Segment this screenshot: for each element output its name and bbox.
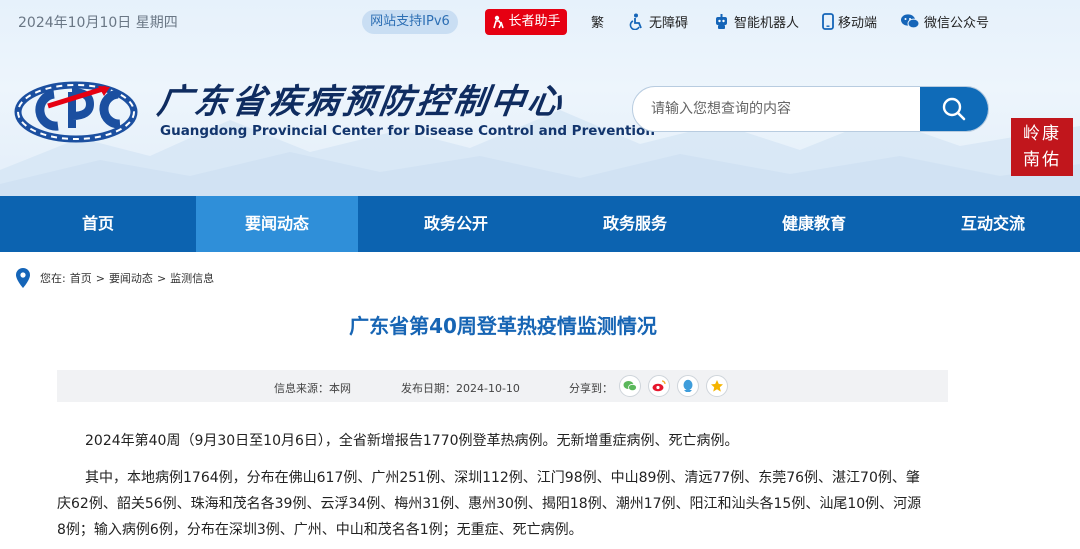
qq-icon <box>683 379 693 392</box>
paragraph-line: 其中，本地病例1764例，分布在佛山617例、广州251例、深圳112例、江门9… <box>85 470 920 486</box>
breadcrumb-monitoring[interactable]: 监测信息 <box>170 270 214 286</box>
paragraph-line: 8例；输入病例6例，分布在深圳3例、广州、中山和茂名各1例；无重症、死亡病例。 <box>57 522 583 538</box>
nav-government-affairs[interactable]: 政务公开 <box>375 196 537 252</box>
nav-government-services[interactable]: 政务服务 <box>554 196 716 252</box>
share-label: 分享到： <box>569 382 613 395</box>
wechat-label: 微信公众号 <box>924 16 990 31</box>
mobile-link[interactable]: 移动端 <box>822 12 877 31</box>
site-title-cn: 广东省疾病预防控制中心 <box>154 82 568 122</box>
nav-health-education[interactable]: 健康教育 <box>733 196 895 252</box>
paragraph-line: 庆62例、韶关56例、珠海和茂名各39例、云浮34例、梅州31例、惠州30例、揭… <box>57 496 922 512</box>
accessibility-icon <box>629 13 642 30</box>
nav-interaction[interactable]: 互动交流 <box>912 196 1074 252</box>
share-qq-button[interactable] <box>677 375 699 397</box>
article-paragraph-2: 其中，本地病例1764例，分布在佛山617例、广州251例、深圳112例、江门9… <box>57 465 948 543</box>
breadcrumb-home[interactable]: 首页 <box>70 270 92 286</box>
accessibility-label: 无障碍 <box>649 16 689 31</box>
breadcrumb-prefix: 您在: <box>40 272 66 285</box>
robot-icon <box>716 14 727 29</box>
article-source: 信息来源：本网 <box>274 382 351 395</box>
traditional-label: 繁 <box>591 16 605 31</box>
breadcrumb: 您在: 首页 > 要闻动态 > 监测信息 <box>16 268 214 288</box>
wechat-icon <box>623 381 637 392</box>
wechat-account-link[interactable]: 微信公众号 <box>900 12 989 31</box>
location-pin-icon <box>16 268 30 288</box>
mobile-icon <box>822 13 834 30</box>
article-meta: 信息来源：本网 发布日期：2024-10-10 分享到： <box>57 370 948 402</box>
search-icon <box>942 97 966 121</box>
current-date: 2024年10月10日 星期四 <box>18 15 178 31</box>
search-box <box>632 86 989 132</box>
robot-link[interactable]: 智能机器人 <box>713 12 799 31</box>
qzone-icon <box>711 380 723 392</box>
header-band: 2024年10月10日 星期四 网站支持IPv6 长者助手 繁 无障碍 智能机器… <box>0 0 1080 196</box>
site-title-en: Guangdong Provincial Center for Disease … <box>160 123 655 139</box>
accessibility-link[interactable]: 无障碍 <box>628 12 688 31</box>
cdc-logo <box>14 81 138 143</box>
traditional-chinese-link[interactable]: 繁 <box>591 12 604 31</box>
seal-char: 佑 <box>1042 150 1061 170</box>
elder-icon <box>493 15 505 29</box>
elder-assistant-label: 长者助手 <box>508 14 561 29</box>
seal-char: 康 <box>1042 124 1061 144</box>
search-input[interactable] <box>633 87 923 131</box>
nav-home[interactable]: 首页 <box>17 196 179 252</box>
kangling-seal: 岭康 南佑 <box>1011 118 1073 176</box>
breadcrumb-news[interactable]: 要闻动态 <box>109 270 153 286</box>
elder-assistant-button[interactable]: 长者助手 <box>485 9 567 35</box>
wechat-icon <box>901 14 920 29</box>
breadcrumb-separator: > <box>156 271 167 285</box>
robot-label: 智能机器人 <box>734 16 800 31</box>
main-nav: 首页 要闻动态 政务公开 政务服务 健康教育 互动交流 <box>0 196 1080 252</box>
share-qzone-button[interactable] <box>706 375 728 397</box>
ipv6-badge: 网站支持IPv6 <box>362 10 458 34</box>
article-paragraph-1: 2024年第40周（9月30日至10月6日），全省新增报告1770例登革热病例。… <box>85 433 739 449</box>
breadcrumb-separator: > <box>95 271 105 285</box>
share-weibo-button[interactable] <box>648 375 670 397</box>
article-date: 发布日期：2024-10-10 <box>401 382 520 395</box>
seal-char: 南 <box>1023 150 1042 170</box>
seal-char: 岭 <box>1023 124 1042 144</box>
search-button[interactable] <box>920 87 988 131</box>
nav-news[interactable]: 要闻动态 <box>196 196 358 252</box>
mobile-label: 移动端 <box>838 16 878 31</box>
weibo-icon <box>652 380 666 392</box>
top-bar: 2024年10月10日 星期四 网站支持IPv6 长者助手 繁 无障碍 智能机器… <box>0 0 1080 44</box>
share-wechat-button[interactable] <box>619 375 641 397</box>
article-title: 广东省第40周登革热疫情监测情况 <box>349 314 657 338</box>
